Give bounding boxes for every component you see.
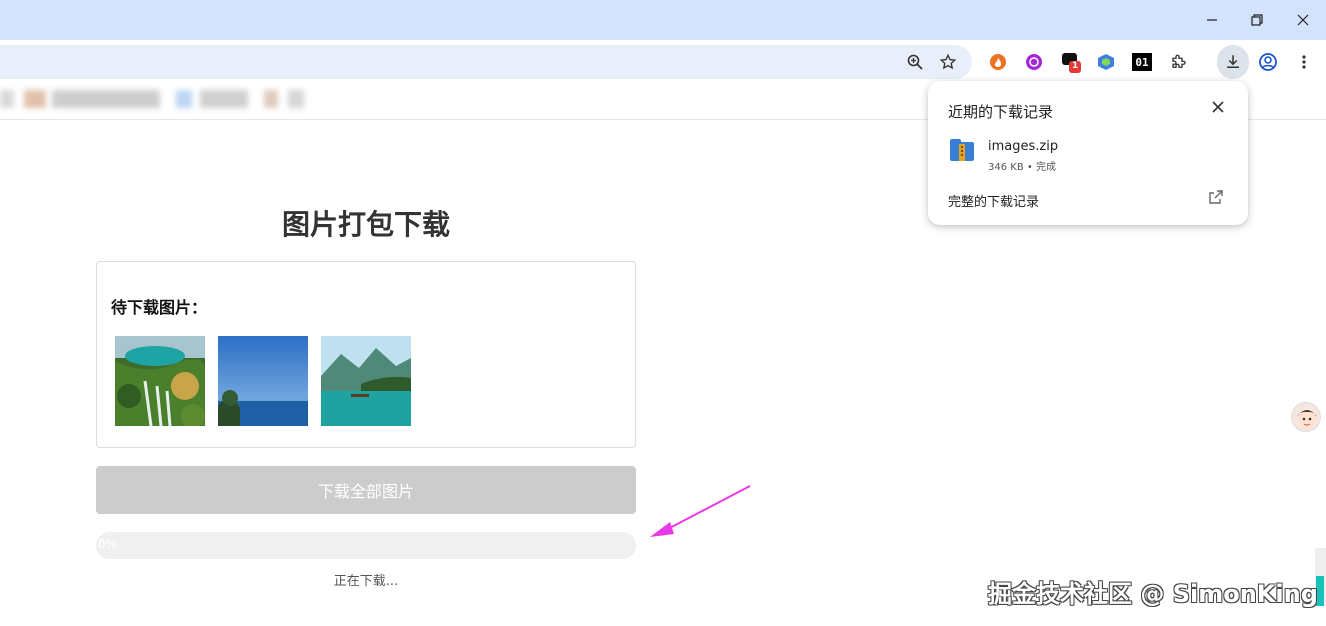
annotation-arrow <box>650 485 751 537</box>
zoom-icon[interactable] <box>902 49 928 75</box>
close-icon[interactable] <box>1208 97 1228 117</box>
download-all-button[interactable]: 下载全部图片 <box>96 466 636 514</box>
restore-icon[interactable] <box>1243 6 1271 34</box>
extension-fire-icon[interactable] <box>985 49 1011 75</box>
lake-mountain-image <box>321 336 411 426</box>
close-icon[interactable] <box>1289 6 1317 34</box>
profile-icon[interactable] <box>1255 49 1281 75</box>
ext01-label: 01 <box>1132 53 1152 71</box>
file-meta: 346 KB • 完成 <box>988 162 1056 173</box>
download-icon[interactable] <box>1217 45 1249 79</box>
page-title: 图片打包下载 <box>281 208 450 241</box>
blurred-bookmark[interactable] <box>288 90 304 108</box>
blurred-bookmark[interactable] <box>176 90 192 108</box>
blurred-bookmark[interactable] <box>200 90 248 108</box>
status-text: 正在下载... <box>333 574 399 589</box>
title-bar <box>0 0 1326 40</box>
sea-sky-image <box>218 336 308 426</box>
full-history-link[interactable]: 完整的下载记录 <box>948 191 1039 210</box>
minimize-icon[interactable] <box>1198 6 1226 34</box>
image-list-card: 待下载图片： <box>96 261 636 448</box>
popup-title: 近期的下载记录 <box>948 103 1054 121</box>
blurred-bookmark[interactable] <box>0 90 14 108</box>
extension-purple-icon[interactable] <box>1021 49 1047 75</box>
extension-cube-icon[interactable] <box>1093 49 1119 75</box>
watermark: 掘金技术社区 @ SimonKing <box>988 580 1318 608</box>
waterfall-image <box>115 336 205 426</box>
downloads-popup: 近期的下载记录 images.zip 346 KB • 完成 完整的下载记录 <box>928 81 1248 225</box>
blurred-bookmark[interactable] <box>24 90 46 108</box>
menu-icon[interactable] <box>1291 49 1317 75</box>
progress-bar: 0% <box>96 532 636 559</box>
extension-chat-icon[interactable]: 1 <box>1059 49 1085 75</box>
extension-01-icon[interactable]: 01 <box>1129 49 1155 75</box>
assistant-avatar[interactable] <box>1291 402 1321 432</box>
blurred-bookmark[interactable] <box>52 90 160 108</box>
file-name[interactable]: images.zip <box>988 139 1058 154</box>
puzzle-icon[interactable] <box>1166 49 1192 75</box>
zip-file-icon <box>950 139 974 161</box>
star-icon[interactable] <box>935 49 961 75</box>
chat-badge: 1 <box>1072 61 1079 71</box>
address-bar[interactable] <box>0 45 972 79</box>
open-external-icon[interactable] <box>1208 189 1226 207</box>
blurred-bookmark[interactable] <box>264 90 278 108</box>
browser-toolbar: 1 01 <box>0 40 1326 84</box>
progress-text: 0% <box>98 537 118 551</box>
card-label: 待下载图片： <box>111 298 208 317</box>
